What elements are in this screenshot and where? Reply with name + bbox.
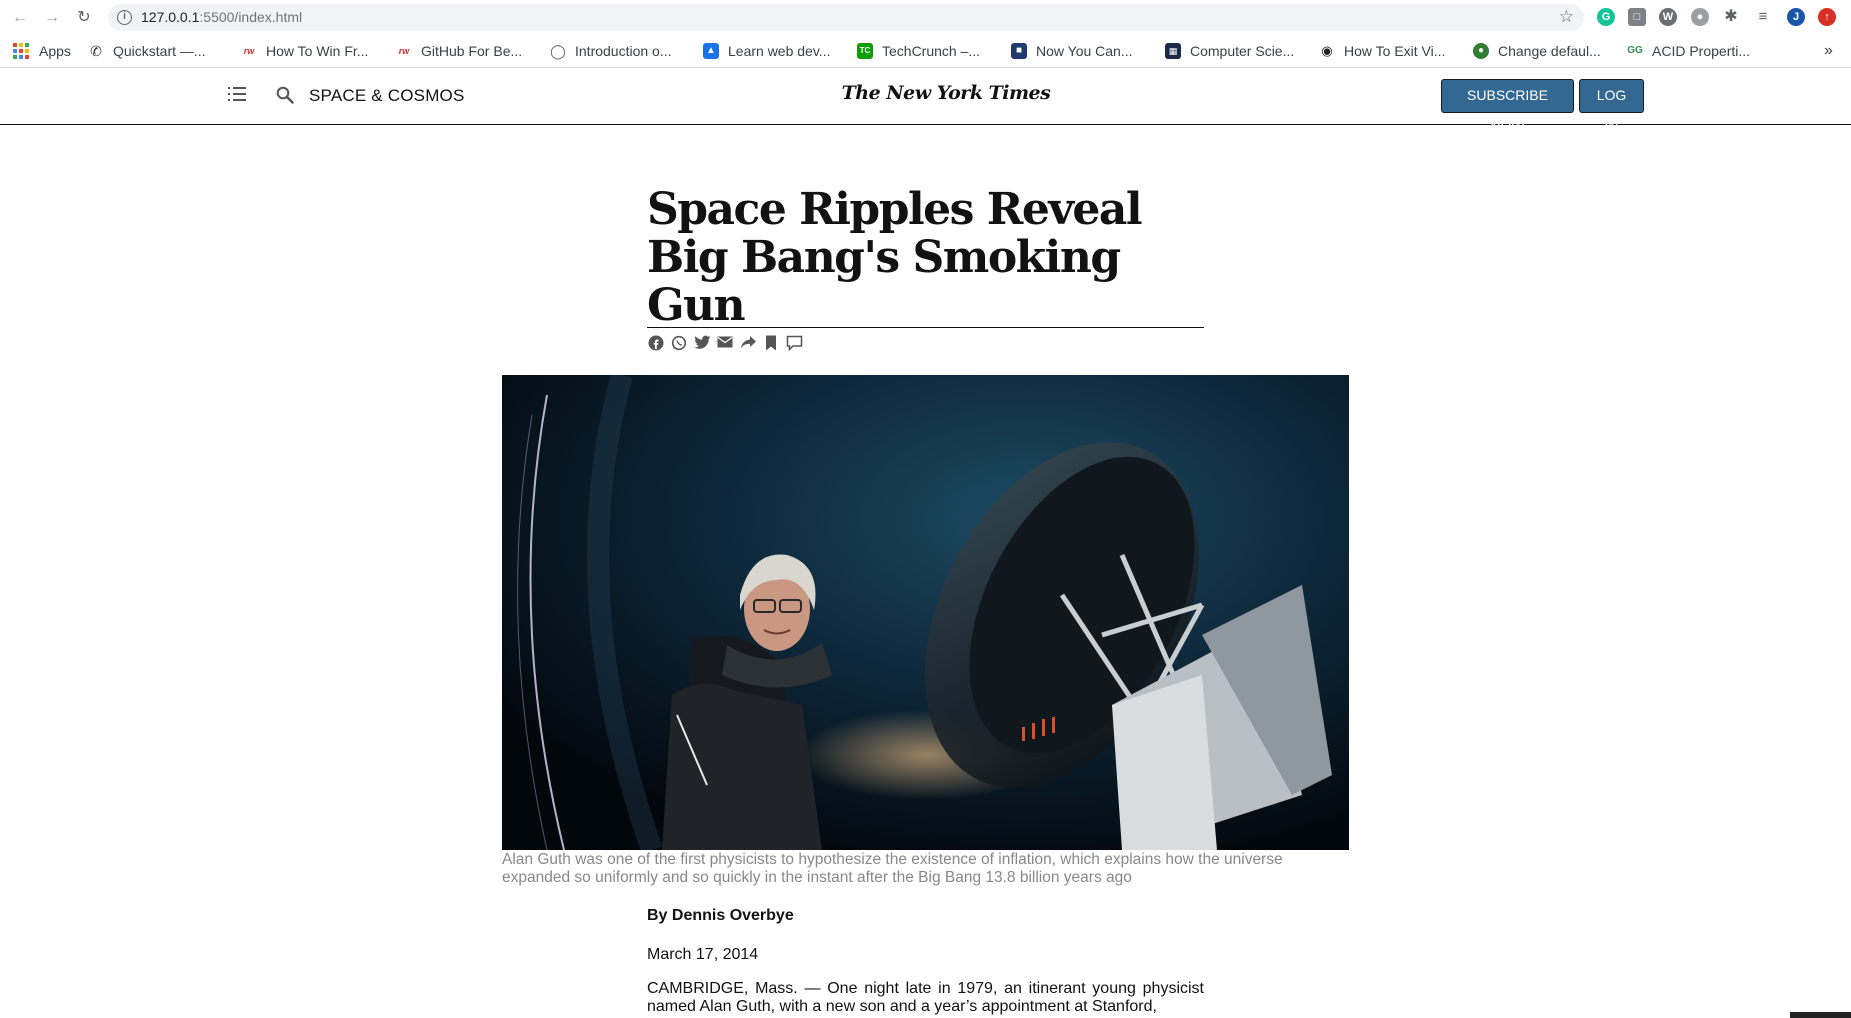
subscribe-button[interactable]: SUBSCRIBE NOW — [1441, 79, 1574, 134]
bookmark-icon[interactable] — [762, 335, 780, 353]
globe-extension-icon[interactable]: ● — [1691, 8, 1709, 26]
headline-divider — [647, 327, 1204, 328]
bookmark-label: Apps — [39, 43, 71, 59]
bookmark-computer-science[interactable]: ▦ Computer Scie... — [1165, 42, 1294, 60]
extension-icon[interactable]: □ — [1628, 8, 1646, 26]
bookmark-label: Computer Scie... — [1190, 43, 1295, 59]
bookmark-how-to-win[interactable]: rw How To Win Fr... — [241, 42, 369, 60]
article-body-paragraph: CAMBRIDGE, Mass. — One night late in 197… — [647, 980, 1204, 1015]
search-icon[interactable] — [276, 86, 294, 104]
earth-icon: ● — [1473, 43, 1489, 59]
url-host: 127.0.0.1 — [141, 9, 200, 25]
url-path: :5500/index.html — [199, 9, 303, 25]
bookmark-label: GitHub For Be... — [421, 43, 523, 59]
bookmark-star-icon[interactable]: ☆ — [1559, 7, 1574, 27]
address-bar[interactable]: i 127.0.0.1:5500/index.html ☆ — [108, 4, 1584, 31]
computer-science-icon: ▦ — [1165, 43, 1181, 59]
section-link[interactable]: SPACE & COSMOS — [309, 86, 465, 106]
site-header: SPACE & COSMOS The New York Times SUBSCR… — [0, 69, 1851, 134]
rw-logo-icon: rw — [398, 46, 410, 56]
twitter-icon[interactable] — [693, 335, 711, 353]
bookmark-change-default[interactable]: ● Change defaul... — [1473, 42, 1601, 60]
site-info-icon[interactable]: i — [117, 10, 132, 25]
bookmark-learn-web-dev[interactable]: ▲ Learn web dev... — [703, 42, 830, 60]
facebook-icon[interactable] — [647, 335, 665, 353]
article-headline: Space Ripples Reveal Big Bang's Smoking … — [647, 184, 1143, 331]
whatsapp-icon[interactable] — [670, 335, 688, 353]
reading-list-icon[interactable]: ≡ — [1754, 8, 1772, 26]
phone-icon: ✆ — [90, 43, 102, 59]
back-icon[interactable]: ← — [10, 8, 30, 28]
puzzle-extensions-icon[interactable]: ✱ — [1722, 8, 1740, 26]
bookmark-label: Now You Can... — [1036, 43, 1133, 59]
corner-overlay — [1790, 1012, 1851, 1018]
learn-web-dev-icon: ▲ — [703, 43, 719, 59]
forward-icon[interactable]: → — [42, 8, 62, 28]
hero-photo — [502, 375, 1349, 850]
reload-icon[interactable]: ↻ — [74, 8, 94, 28]
bookmark-apps[interactable]: Apps — [13, 42, 71, 60]
bookmark-github-for-be[interactable]: rw GitHub For Be... — [396, 42, 522, 60]
bookmark-how-to-exit-vim[interactable]: ◉ How To Exit Vi... — [1319, 42, 1445, 60]
email-icon[interactable] — [716, 335, 734, 353]
techcrunch-icon: TC — [857, 43, 873, 59]
exit-vim-icon: ◉ — [1321, 43, 1333, 58]
browser-toolbar: ← → ↻ i 127.0.0.1:5500/index.html ☆ G □ … — [0, 0, 1851, 34]
bookmark-label: Introduction o... — [575, 43, 672, 59]
bookmark-quickstart[interactable]: ✆ Quickstart —... — [88, 42, 206, 60]
article-date: March 17, 2014 — [647, 946, 759, 963]
globe-icon: ◯ — [550, 43, 566, 59]
bookmark-label: TechCrunch –... — [882, 43, 981, 59]
now-you-can-icon: ■ — [1011, 43, 1027, 59]
bookmark-acid-properties[interactable]: GG ACID Properti... — [1627, 42, 1750, 60]
apps-grid-icon — [13, 43, 29, 59]
rw-logo-icon: rw — [243, 46, 255, 56]
bookmark-label: Learn web dev... — [728, 43, 831, 59]
wordpress-extension-icon[interactable]: W — [1659, 8, 1677, 26]
bookmark-label: Change defaul... — [1498, 43, 1601, 59]
geeksforgeeks-icon: GG — [1627, 45, 1643, 56]
grammarly-extension-icon[interactable]: G — [1597, 8, 1615, 26]
login-button[interactable]: LOG IN — [1579, 79, 1644, 134]
bookmark-label: ACID Properti... — [1652, 43, 1751, 59]
photo-caption: Alan Guth was one of the first physicist… — [502, 851, 1283, 886]
update-alert-icon[interactable]: ↑ — [1818, 8, 1836, 26]
bookmark-techcrunch[interactable]: TC TechCrunch –... — [857, 42, 980, 60]
share-icon[interactable] — [739, 335, 757, 353]
article-byline[interactable]: By Dennis Overbye — [647, 907, 794, 925]
bookmark-now-you-can[interactable]: ■ Now You Can... — [1011, 42, 1133, 60]
bookmarks-overflow-button[interactable]: » — [1824, 42, 1833, 60]
profile-avatar[interactable]: J — [1787, 8, 1805, 26]
bookmark-introduction[interactable]: ◯ Introduction o... — [550, 42, 672, 60]
bookmark-label: Quickstart —... — [113, 43, 206, 59]
bookmark-label: How To Exit Vi... — [1344, 43, 1446, 59]
bookmarks-bar: Apps ✆ Quickstart —... rw How To Win Fr.… — [0, 34, 1851, 68]
nyt-masthead-logo[interactable]: The New York Times — [800, 82, 1092, 104]
address-url[interactable]: 127.0.0.1:5500/index.html — [141, 9, 302, 25]
comment-icon[interactable] — [785, 335, 803, 353]
bookmark-label: How To Win Fr... — [266, 43, 369, 59]
telescope-photo-illustration — [502, 375, 1349, 850]
sections-menu-icon[interactable] — [228, 87, 246, 101]
share-toolbar — [647, 335, 803, 353]
